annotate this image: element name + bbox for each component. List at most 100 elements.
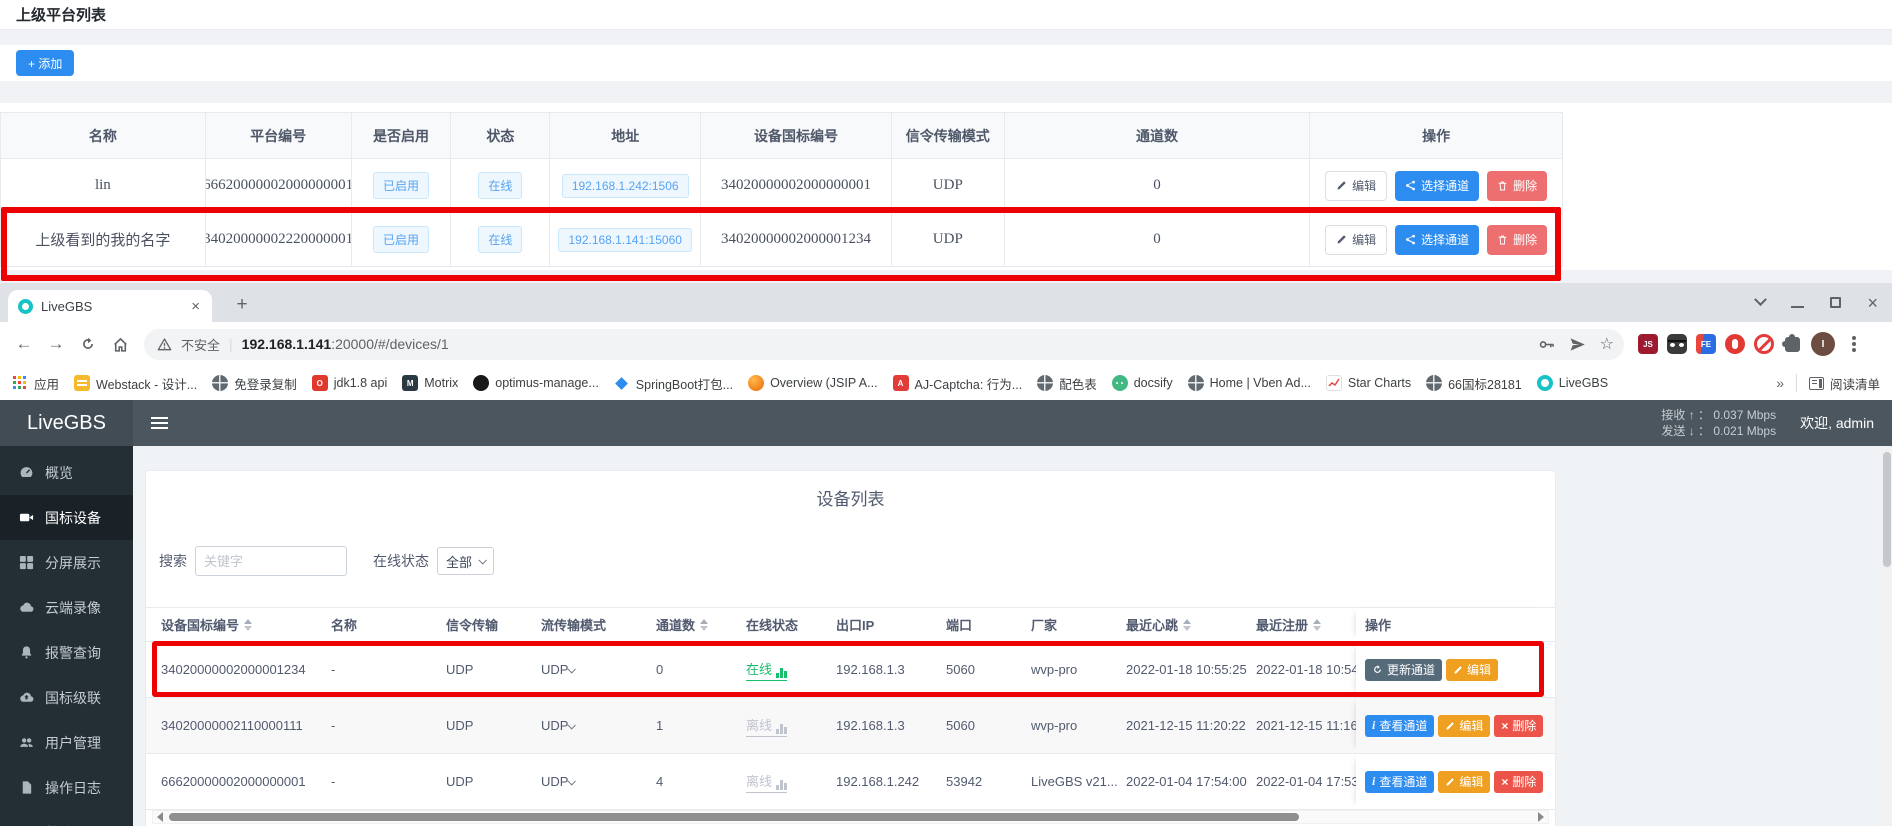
extension-block-icon[interactable] bbox=[1754, 334, 1774, 354]
welcome-user[interactable]: 欢迎, admin bbox=[1800, 413, 1874, 433]
sidebar-item-operation-log[interactable]: 操作日志 bbox=[0, 765, 133, 810]
bookmark-item[interactable]: Home | Vben Ad... bbox=[1188, 375, 1311, 391]
online-status-select[interactable]: 全部 bbox=[437, 547, 494, 575]
cell-port: 53942 bbox=[946, 774, 1031, 789]
bookmark-item[interactable]: Star Charts bbox=[1326, 375, 1411, 391]
bookmark-item[interactable]: LiveGBS bbox=[1537, 375, 1608, 391]
delete-button[interactable]: ×删除 bbox=[1494, 715, 1543, 737]
column-header-vendor: 厂家 bbox=[1031, 615, 1126, 634]
column-header-heartbeat[interactable]: 最近心跳 bbox=[1126, 615, 1256, 634]
offline-status-link[interactable]: 离线 bbox=[746, 771, 787, 793]
delete-button[interactable]: ×删除 bbox=[1494, 771, 1543, 793]
bookmark-item[interactable]: Webstack - 设计... bbox=[74, 374, 197, 393]
scrollbar-thumb[interactable] bbox=[1883, 452, 1891, 567]
browser-menu-icon[interactable] bbox=[1852, 342, 1856, 346]
bookmark-item[interactable]: 配色表 bbox=[1037, 374, 1097, 393]
stream-mode-dropdown[interactable]: UDP bbox=[541, 662, 574, 677]
new-tab-button[interactable]: + bbox=[228, 291, 256, 319]
url-field[interactable]: 不安全 | 192.168.1.141:20000/#/devices/1 ☆ bbox=[144, 329, 1624, 360]
select-channel-button[interactable]: 选择通道 bbox=[1395, 171, 1479, 201]
update-channels-button[interactable]: 更新通道 bbox=[1365, 659, 1442, 681]
select-channel-button[interactable]: 选择通道 bbox=[1395, 225, 1479, 255]
reading-list-button[interactable]: 阅读清单 bbox=[1809, 374, 1880, 393]
browser-tab-bar: LiveGBS × + × bbox=[0, 283, 1892, 322]
column-header-device-gb-id[interactable]: 设备国标编号 bbox=[161, 615, 331, 634]
extension-adblock-hand-icon[interactable] bbox=[1725, 334, 1745, 354]
bookmark-item[interactable]: optimus-manage... bbox=[473, 375, 599, 391]
sidebar-item-gb-devices[interactable]: 国标设备 bbox=[0, 495, 133, 540]
add-button[interactable]: + 添加 bbox=[16, 50, 74, 76]
edit-button[interactable]: 编辑 bbox=[1438, 771, 1490, 793]
offline-status-link[interactable]: 离线 bbox=[746, 715, 787, 737]
bookmark-star-icon[interactable]: ☆ bbox=[1600, 334, 1614, 354]
sidebar-item-basic-config[interactable]: 基础配置 bbox=[0, 810, 133, 826]
bookmark-item[interactable]: docsify bbox=[1112, 375, 1173, 391]
sort-icon bbox=[700, 619, 708, 631]
sidebar-item-user-management[interactable]: 用户管理 bbox=[0, 720, 133, 765]
cell-gb-id: 34020000002000000001 bbox=[701, 159, 892, 212]
delete-button[interactable]: 删除 bbox=[1487, 171, 1547, 201]
column-header-port: 端口 bbox=[946, 615, 1031, 634]
sidebar-item-cloud-recording[interactable]: 云端录像 bbox=[0, 585, 133, 630]
edit-button[interactable]: 编辑 bbox=[1446, 659, 1498, 681]
extension-spy-icon[interactable] bbox=[1667, 334, 1687, 354]
vertical-scrollbar[interactable] bbox=[1882, 446, 1892, 826]
search-input[interactable] bbox=[195, 546, 347, 576]
stream-mode-dropdown[interactable]: UDP bbox=[541, 718, 574, 733]
scroll-left-icon[interactable] bbox=[157, 812, 163, 822]
sidebar-item-overview[interactable]: 概览 bbox=[0, 450, 133, 495]
security-label[interactable]: 不安全 bbox=[181, 335, 220, 354]
view-channels-button[interactable]: i查看通道 bbox=[1365, 771, 1434, 793]
sidebar-item-alarm-query[interactable]: 报警查询 bbox=[0, 630, 133, 675]
pencil-icon bbox=[1445, 777, 1455, 787]
docsify-icon bbox=[1112, 375, 1128, 391]
bar-chart-icon bbox=[776, 780, 787, 790]
app-logo[interactable]: LiveGBS bbox=[0, 400, 133, 446]
extension-fe-icon[interactable]: FE bbox=[1696, 334, 1716, 354]
window-close-button[interactable]: × bbox=[1867, 294, 1878, 312]
refresh-icon bbox=[1372, 664, 1383, 675]
browser-tab[interactable]: LiveGBS × bbox=[8, 290, 212, 322]
online-status-link[interactable]: 在线 bbox=[746, 659, 787, 681]
bookmark-item[interactable]: 66国标28181 bbox=[1426, 374, 1522, 393]
bookmarks-overflow-icon[interactable]: » bbox=[1776, 375, 1784, 391]
extensions-puzzle-icon[interactable] bbox=[1785, 337, 1800, 352]
home-icon[interactable] bbox=[106, 330, 134, 358]
send-icon[interactable] bbox=[1569, 336, 1586, 353]
edit-button[interactable]: 编辑 bbox=[1325, 171, 1387, 201]
extension-js-icon[interactable]: JS bbox=[1638, 334, 1658, 354]
bookmark-item[interactable]: Overview (JSIP A... bbox=[748, 375, 877, 391]
window-chevron-icon[interactable] bbox=[1755, 293, 1768, 306]
bookmark-item[interactable]: Ojdk1.8 api bbox=[312, 375, 388, 391]
column-header-channels[interactable]: 通道数 bbox=[656, 615, 746, 634]
table-row: lin 66620000002000000001 已启用 在线 192.168.… bbox=[1, 159, 1562, 213]
view-channels-button[interactable]: i查看通道 bbox=[1365, 715, 1434, 737]
scrollbar-thumb[interactable] bbox=[169, 813, 1299, 821]
tab-close-icon[interactable]: × bbox=[189, 298, 202, 315]
hamburger-menu-icon[interactable] bbox=[151, 422, 168, 425]
bookmark-item[interactable]: AAJ-Captcha: 行为... bbox=[893, 374, 1023, 393]
bookmark-item[interactable]: MMotrix bbox=[402, 375, 458, 391]
bookmark-item[interactable]: 免登录复制 bbox=[212, 374, 297, 393]
stream-mode-dropdown[interactable]: UDP bbox=[541, 774, 574, 789]
edit-button[interactable]: 编辑 bbox=[1438, 715, 1490, 737]
horizontal-scrollbar[interactable] bbox=[152, 810, 1549, 824]
scroll-right-icon[interactable] bbox=[1538, 812, 1544, 822]
window-maximize-button[interactable] bbox=[1830, 297, 1841, 308]
cell-signal: UDP bbox=[446, 774, 541, 789]
bookmark-apps[interactable]: 应用 bbox=[12, 374, 59, 393]
edit-button[interactable]: 编辑 bbox=[1325, 225, 1387, 255]
delete-button[interactable]: 删除 bbox=[1487, 225, 1547, 255]
not-secure-warning-icon bbox=[157, 337, 172, 352]
sidebar-item-gb-cascade[interactable]: 国标级联 bbox=[0, 675, 133, 720]
back-icon[interactable]: ← bbox=[10, 330, 38, 358]
profile-avatar[interactable]: I bbox=[1811, 332, 1835, 356]
reload-icon[interactable] bbox=[74, 330, 102, 358]
pencil-icon bbox=[1336, 234, 1347, 245]
bookmark-item[interactable]: SpringBoot打包... bbox=[614, 374, 733, 393]
forward-icon[interactable]: → bbox=[42, 330, 70, 358]
sidebar-item-split-screen[interactable]: 分屏展示 bbox=[0, 540, 133, 585]
column-header-channels: 通道数 bbox=[1005, 113, 1311, 158]
window-minimize-button[interactable] bbox=[1791, 306, 1804, 308]
password-key-icon[interactable] bbox=[1538, 336, 1555, 353]
